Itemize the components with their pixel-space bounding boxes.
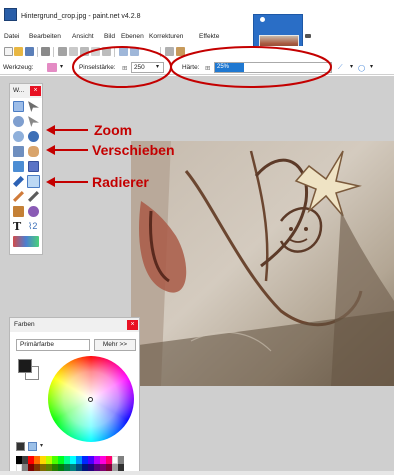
palette-icon[interactable] [16,442,25,451]
color-target-select[interactable]: Primärfarbe [16,339,90,351]
color-palette [16,456,134,472]
colors-window-header[interactable]: Farben × [10,318,139,332]
hardness-highlight [170,46,332,88]
colors-window: Farben × Primärfarbe Mehr >> ▾ [9,317,140,475]
color-wheel-cursor[interactable] [88,397,93,402]
more-button[interactable]: Mehr >> [94,339,136,351]
palette-menu-icon[interactable] [28,442,37,451]
palette-swatch[interactable] [118,456,124,464]
status-bar [0,471,394,475]
close-icon[interactable]: × [127,320,138,330]
colors-window-title: Farben [14,321,35,328]
brush-width-highlight [72,46,172,88]
chevron-down-icon[interactable]: ▾ [40,442,43,449]
primary-color-swatch[interactable] [18,359,32,373]
